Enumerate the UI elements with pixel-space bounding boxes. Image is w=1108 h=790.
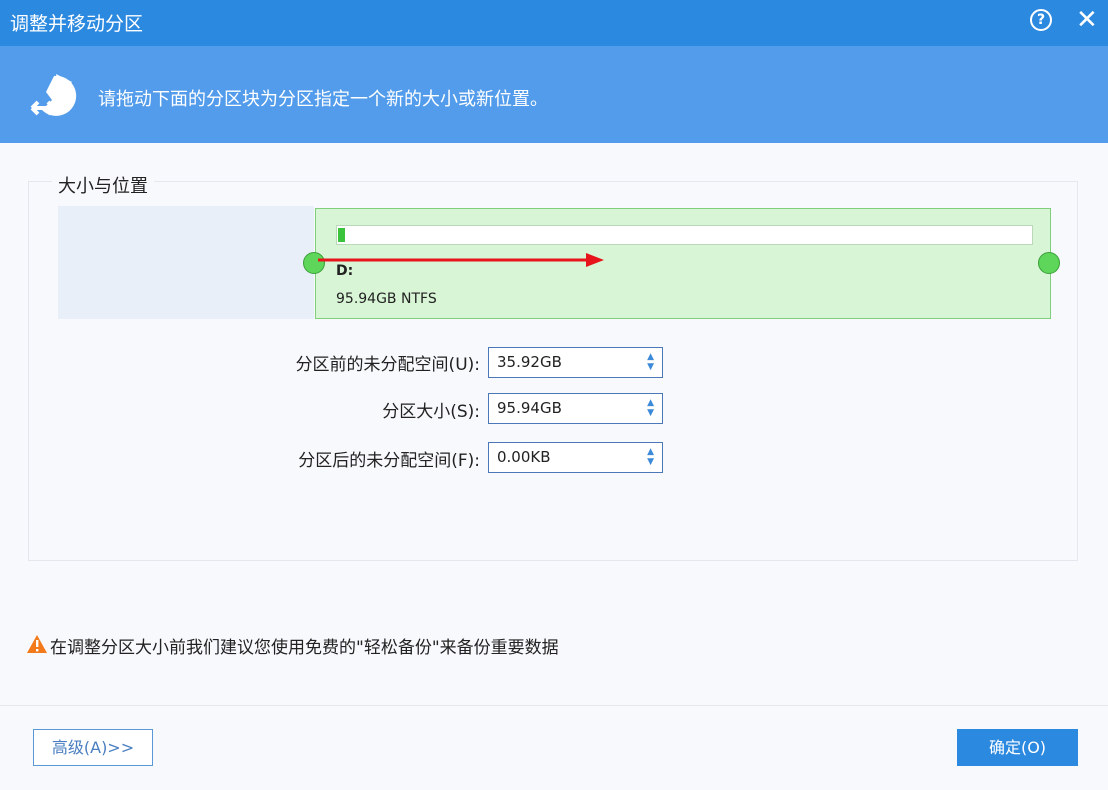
unallocated-before-input[interactable]: 35.92GB ▲▼	[488, 347, 663, 378]
advanced-button[interactable]: 高级(A)>>	[33, 729, 153, 766]
partition-info: 95.94GB NTFS	[336, 291, 437, 307]
field-value: 95.94GB	[497, 399, 562, 417]
drive-letter: D:	[336, 263, 353, 279]
title-bar	[0, 0, 1108, 46]
spinner-icon[interactable]: ▲▼	[647, 398, 654, 418]
ok-button[interactable]: 确定(O)	[957, 729, 1078, 766]
unallocated-before-label: 分区前的未分配空间(U):	[296, 350, 480, 375]
right-resize-handle[interactable]	[1038, 252, 1060, 274]
backup-warning: 在调整分区大小前我们建议您使用免费的"轻松备份"来备份重要数据	[50, 633, 559, 658]
unallocated-space-block	[58, 206, 314, 319]
drag-arrow-icon	[316, 250, 608, 270]
group-label: 大小与位置	[52, 172, 154, 198]
unallocated-after-label: 分区后的未分配空间(F):	[298, 446, 480, 471]
window-title: 调整并移动分区	[10, 9, 143, 36]
footer-divider	[0, 705, 1108, 706]
field-value: 0.00KB	[497, 448, 551, 466]
resize-partition-icon	[28, 70, 80, 120]
close-icon[interactable]: ✕	[1076, 5, 1098, 35]
spinner-icon[interactable]: ▲▼	[647, 352, 654, 372]
partition-size-label: 分区大小(S):	[382, 397, 480, 422]
partition-size-input[interactable]: 95.94GB ▲▼	[488, 393, 663, 424]
field-value: 35.92GB	[497, 353, 562, 371]
usage-bar-fill	[338, 228, 345, 242]
help-icon[interactable]: ?	[1030, 9, 1052, 31]
usage-bar	[336, 225, 1033, 245]
unallocated-after-input[interactable]: 0.00KB ▲▼	[488, 442, 663, 473]
warning-icon	[26, 634, 48, 654]
banner-instruction: 请拖动下面的分区块为分区指定一个新的大小或新位置。	[98, 85, 548, 111]
spinner-icon[interactable]: ▲▼	[647, 447, 654, 467]
